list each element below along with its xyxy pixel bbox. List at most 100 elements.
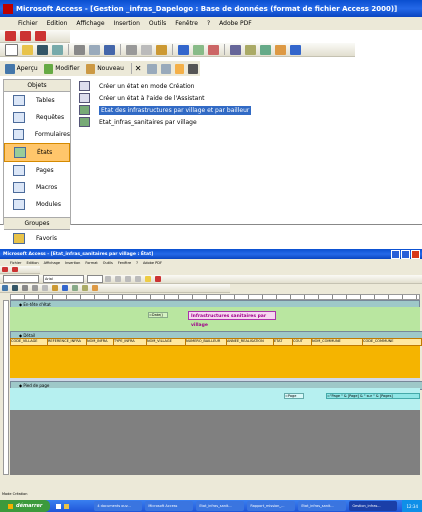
details-view-icon[interactable] bbox=[188, 63, 198, 74]
field-nom-infra[interactable]: NOM_INFRA bbox=[86, 338, 114, 346]
taskbar-button-active[interactable]: Gestion_infras... bbox=[349, 501, 398, 511]
groups-header[interactable]: Groupes bbox=[4, 217, 70, 230]
help-icon[interactable] bbox=[290, 44, 301, 55]
pdf-convert-icon[interactable] bbox=[5, 31, 16, 41]
sidebar-item-etats[interactable]: États bbox=[4, 143, 70, 162]
font-combo[interactable]: Arial bbox=[43, 275, 84, 283]
search-icon[interactable] bbox=[52, 44, 63, 55]
objects-header[interactable]: Objets bbox=[4, 80, 70, 92]
list-item[interactable]: Créer un état à l'aide de l'Assistant bbox=[79, 92, 379, 104]
cut-icon[interactable] bbox=[32, 285, 38, 291]
print-icon[interactable] bbox=[22, 285, 28, 291]
menu-aide[interactable]: ? bbox=[136, 261, 138, 265]
menu-fichier[interactable]: Fichier bbox=[18, 20, 38, 27]
office-links-icon[interactable] bbox=[193, 44, 204, 55]
paste-icon[interactable] bbox=[52, 285, 58, 291]
sidebar-item-formulaires[interactable]: Formulaires bbox=[4, 126, 70, 143]
menu-fenetre[interactable]: Fenêtre bbox=[175, 20, 198, 27]
taskbar-button[interactable]: Microsoft Access bbox=[145, 501, 194, 511]
delete-icon[interactable]: ✕ bbox=[135, 64, 142, 73]
taskbar-button[interactable]: Etat_infras_sanit... bbox=[196, 501, 245, 511]
modifier-button[interactable]: Modifier bbox=[55, 65, 79, 72]
menu-adobe-pdf[interactable]: Adobe PDF bbox=[219, 20, 252, 27]
field-type-infra[interactable]: TYPE_INFRA bbox=[113, 338, 147, 346]
apercu-button[interactable]: Aperçu bbox=[17, 65, 38, 72]
sidebar-item-pages[interactable]: Pages bbox=[4, 162, 70, 179]
large-icons-icon[interactable] bbox=[147, 63, 158, 74]
menu-insertion[interactable]: Insertion bbox=[114, 20, 140, 27]
view-icon[interactable] bbox=[2, 285, 8, 291]
menu-edition[interactable]: Edition bbox=[26, 261, 38, 265]
page-label-textbox[interactable]: =Page bbox=[284, 393, 304, 399]
copy-icon[interactable] bbox=[141, 44, 152, 55]
align-icon[interactable] bbox=[135, 276, 141, 282]
fill-color-icon[interactable] bbox=[145, 276, 151, 282]
quick-launch-icon[interactable] bbox=[56, 503, 62, 509]
quick-launch-icon[interactable] bbox=[64, 503, 70, 509]
menu-edition[interactable]: Edition bbox=[47, 20, 68, 27]
menu-affichage[interactable]: Affichage bbox=[44, 261, 60, 265]
list-item-selected[interactable]: Etat des infrastructures par village et … bbox=[79, 104, 379, 116]
sidebar-item-modules[interactable]: Modules bbox=[4, 196, 70, 213]
toolbox-icon[interactable] bbox=[92, 285, 98, 291]
menu-outils[interactable]: Outils bbox=[103, 261, 113, 265]
code-icon[interactable] bbox=[230, 44, 241, 55]
bold-icon[interactable] bbox=[105, 276, 111, 282]
properties-icon[interactable] bbox=[245, 44, 256, 55]
new-report-icon[interactable] bbox=[85, 63, 96, 74]
copy-icon[interactable] bbox=[42, 285, 48, 291]
paste-icon[interactable] bbox=[156, 44, 167, 55]
pdf-icon[interactable] bbox=[2, 267, 8, 272]
date-textbox[interactable]: =Date() bbox=[148, 312, 168, 318]
nouveau-button[interactable]: Nouveau bbox=[97, 65, 124, 72]
list-item[interactable]: Etat_infras_sanitaires par village bbox=[79, 116, 379, 128]
design-icon[interactable] bbox=[43, 63, 54, 74]
taskbar-button[interactable]: Rapport_mission_... bbox=[247, 501, 296, 511]
preview-icon[interactable] bbox=[89, 44, 100, 55]
field-code-commune[interactable]: CODE_COMMUNE bbox=[362, 338, 422, 346]
minimize-icon[interactable] bbox=[391, 250, 400, 259]
field-nom-village[interactable]: NOM_VILLAGE bbox=[146, 338, 186, 346]
field-list-icon[interactable] bbox=[82, 285, 88, 291]
menu-insertion[interactable]: Insertion bbox=[65, 261, 80, 265]
undo-icon[interactable] bbox=[62, 285, 68, 291]
menu-adobe-pdf[interactable]: Adobe PDF bbox=[143, 261, 162, 265]
sidebar-item-tables[interactable]: Tables bbox=[4, 92, 70, 109]
undo-icon[interactable] bbox=[178, 44, 189, 55]
analyze-icon[interactable] bbox=[208, 44, 219, 55]
field-code-village[interactable]: CODE_VILLAGE bbox=[10, 338, 48, 346]
pdf-review-icon[interactable] bbox=[35, 31, 46, 41]
font-size-combo[interactable] bbox=[87, 275, 103, 283]
relationships-icon[interactable] bbox=[260, 44, 271, 55]
field-cout[interactable]: COUT bbox=[292, 338, 312, 346]
start-button[interactable]: démarrer bbox=[0, 500, 51, 512]
list-view-icon[interactable] bbox=[174, 63, 185, 74]
field-etat[interactable]: ETAT bbox=[273, 338, 293, 346]
close-icon[interactable] bbox=[411, 250, 420, 259]
print-icon[interactable] bbox=[74, 44, 85, 55]
sidebar-item-macros[interactable]: Macros bbox=[4, 179, 70, 196]
menu-aide[interactable]: ? bbox=[207, 20, 210, 27]
page-number-textbox[interactable]: ="Page " & [Page] & " sur " & [Pages] bbox=[326, 393, 420, 399]
taskbar-button[interactable]: Etat_infras_sanit... bbox=[298, 501, 347, 511]
menu-fichier[interactable]: Fichier bbox=[10, 261, 21, 265]
menu-affichage[interactable]: Affichage bbox=[76, 20, 104, 27]
save-icon[interactable] bbox=[12, 285, 18, 291]
sidebar-item-favoris[interactable]: Favoris bbox=[4, 230, 70, 247]
pdf-email-icon[interactable] bbox=[20, 31, 31, 41]
menu-format[interactable]: Format bbox=[85, 261, 97, 265]
new-object-icon[interactable] bbox=[275, 44, 286, 55]
list-item[interactable]: Créer un état en mode Création bbox=[79, 80, 379, 92]
menu-fenetre[interactable]: Fenêtre bbox=[118, 261, 131, 265]
maximize-icon[interactable] bbox=[401, 250, 410, 259]
cut-icon[interactable] bbox=[126, 44, 137, 55]
object-combo[interactable] bbox=[3, 275, 39, 283]
spell-icon[interactable] bbox=[104, 44, 115, 55]
field-reference-infra[interactable]: REFERENCE_INFRA bbox=[47, 338, 87, 346]
field-nom-commune[interactable]: NOM_COMMUNE bbox=[311, 338, 363, 346]
pdf-icon[interactable] bbox=[12, 267, 18, 272]
field-annee-realisation[interactable]: ANNEE_REALISATION bbox=[226, 338, 274, 346]
menu-outils[interactable]: Outils bbox=[149, 20, 166, 27]
font-color-icon[interactable] bbox=[155, 276, 161, 282]
open-icon[interactable] bbox=[22, 44, 33, 55]
